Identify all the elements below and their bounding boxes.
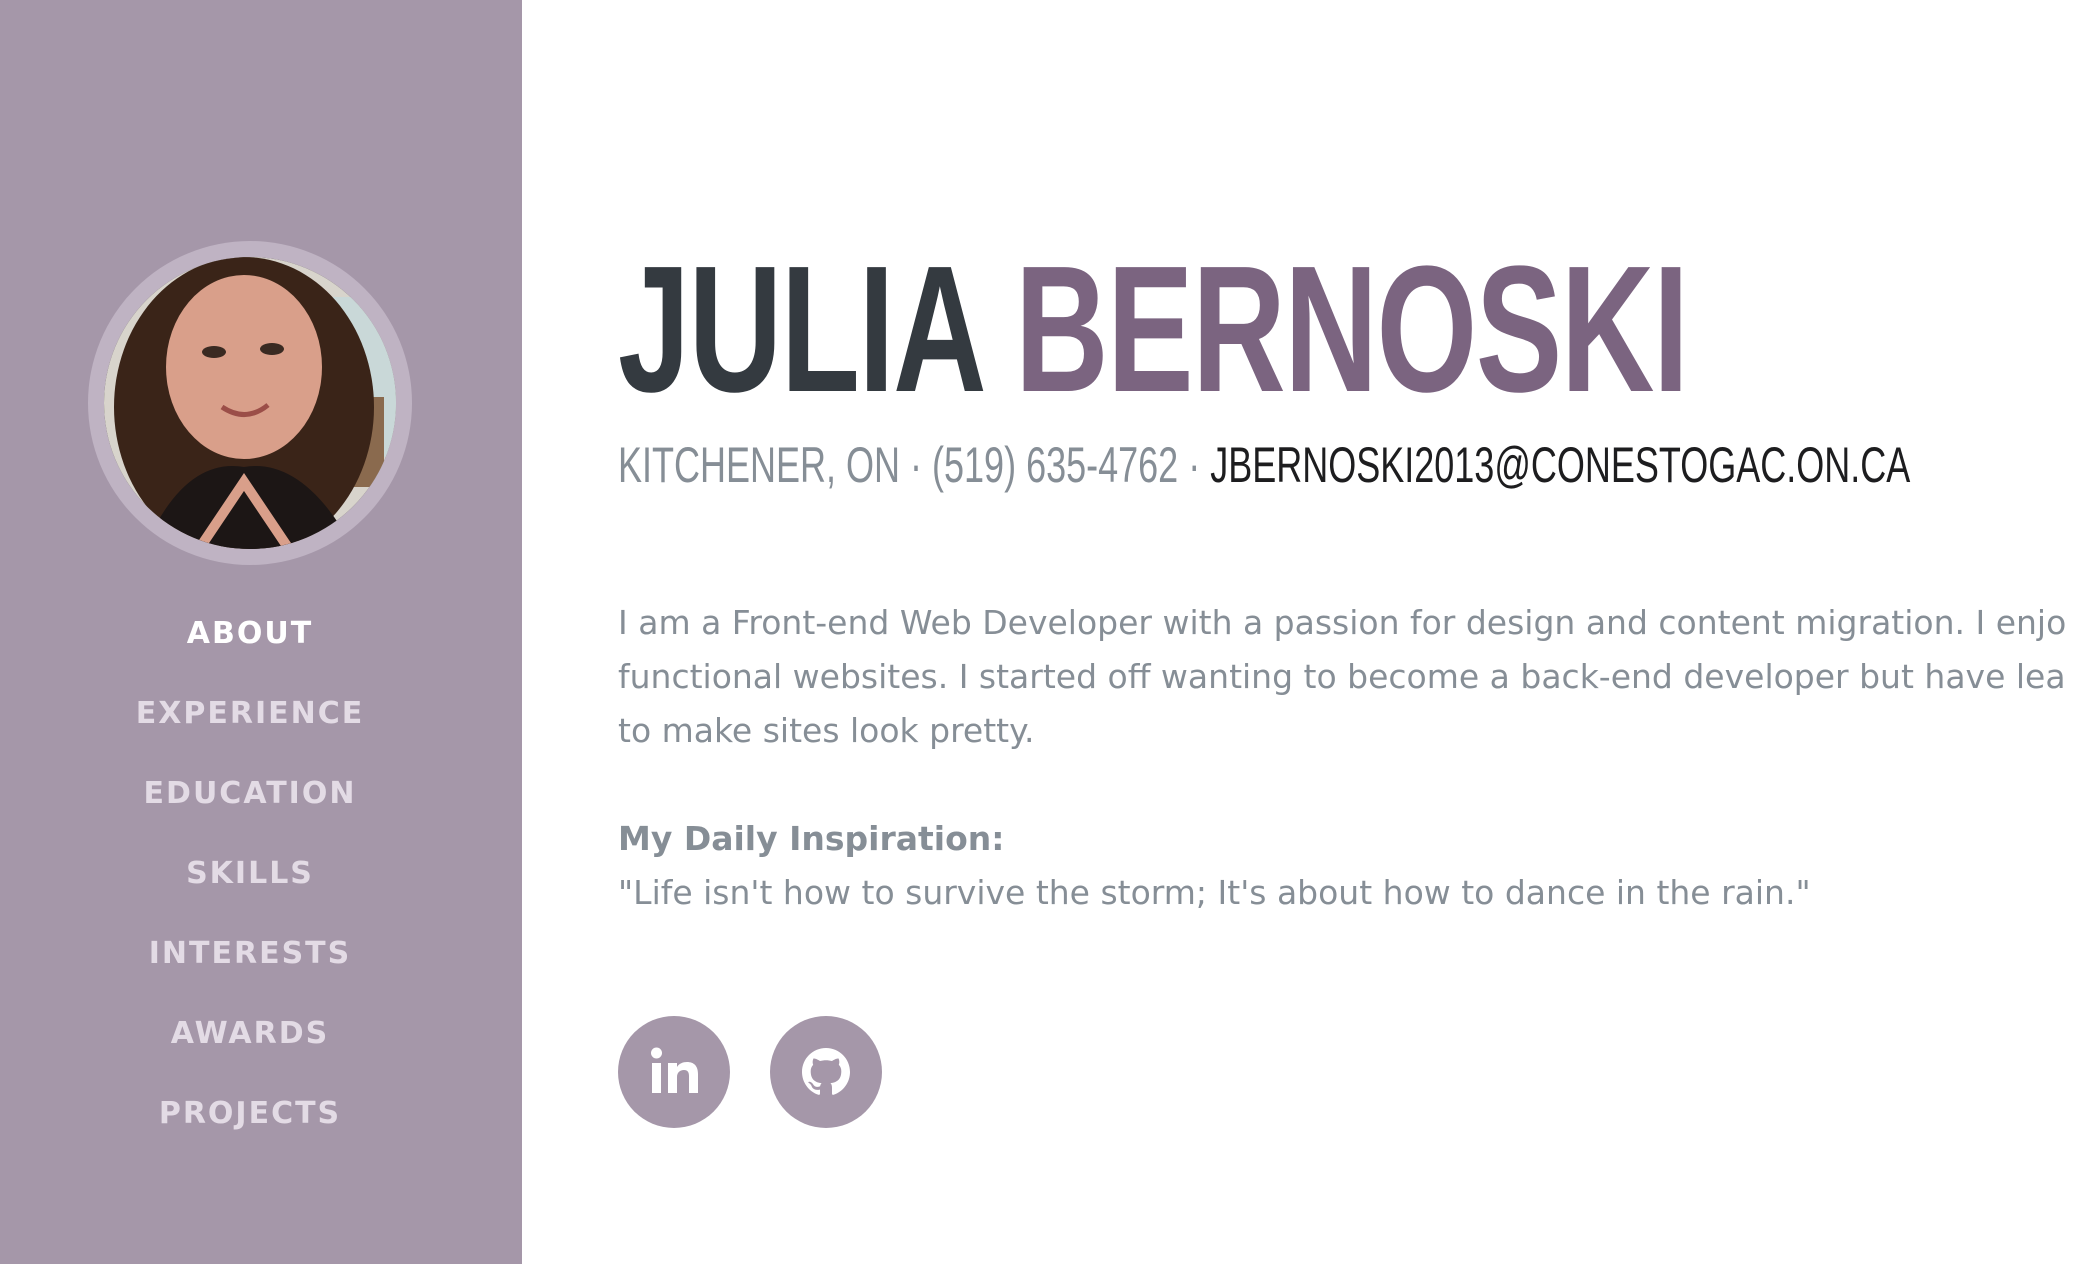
intro-line: I am a Front-end Web Developer with a pa…	[618, 603, 2067, 642]
nav-item-experience[interactable]: EXPERIENCE	[0, 688, 500, 768]
separator: ·	[900, 437, 933, 493]
nav-item-interests[interactable]: INTERESTS	[0, 928, 500, 1008]
email-link[interactable]: JBERNOSKI2013@CONESTOGAC.ON.CA	[1210, 437, 1910, 493]
nav-item-awards[interactable]: AWARDS	[0, 1008, 500, 1088]
linkedin-icon	[651, 1047, 698, 1093]
inspiration-quote: "Life isn't how to survive the storm; It…	[618, 873, 1811, 912]
separator: ·	[1178, 437, 1211, 493]
sidebar-nav: ABOUT EXPERIENCE EDUCATION SKILLS INTERE…	[0, 608, 500, 1168]
intro-text: I am a Front-end Web Developer with a pa…	[618, 596, 2096, 758]
last-name: BERNOSKI	[1015, 229, 1689, 430]
nav-item-skills[interactable]: SKILLS	[0, 848, 500, 928]
first-name: JULIA	[618, 229, 982, 430]
github-icon	[802, 1048, 850, 1095]
inspiration-label: My Daily Inspiration:	[618, 819, 1005, 858]
location: KITCHENER, ON	[618, 437, 901, 493]
about-section: JULIA BERNOSKI KITCHENER, ON · (519) 635…	[618, 0, 2096, 1264]
page-title: JULIA BERNOSKI	[618, 240, 1689, 420]
phone: (519) 635-4762	[932, 437, 1179, 493]
contact-line: KITCHENER, ON · (519) 635-4762 · JBERNOS…	[618, 436, 1910, 494]
profile-photo	[104, 257, 396, 549]
profile-photo-frame	[88, 241, 412, 565]
nav-item-projects[interactable]: PROJECTS	[0, 1088, 500, 1168]
sidebar: ABOUT EXPERIENCE EDUCATION SKILLS INTERE…	[0, 0, 522, 1264]
intro-line: functional websites. I started off wanti…	[618, 657, 2066, 696]
nav-item-about[interactable]: ABOUT	[0, 608, 500, 688]
intro-line: to make sites look pretty.	[618, 711, 1035, 750]
linkedin-button[interactable]	[618, 1016, 730, 1128]
github-button[interactable]	[770, 1016, 882, 1128]
nav-item-education[interactable]: EDUCATION	[0, 768, 500, 848]
